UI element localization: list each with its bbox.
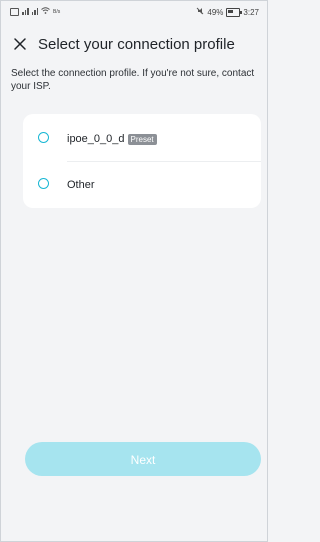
notification-icon xyxy=(10,7,19,16)
close-button[interactable] xyxy=(9,33,31,55)
speed-readout: B/s xyxy=(53,8,61,15)
connection-profile-list: ipoe_0_0_d Preset Other xyxy=(23,114,261,208)
option-name: ipoe_0_0_d xyxy=(67,133,125,145)
header: Select your connection profile xyxy=(1,28,267,60)
preset-badge: Preset xyxy=(127,133,157,145)
radio-button[interactable] xyxy=(38,178,49,189)
option-name: Other xyxy=(67,179,95,191)
radio-button[interactable] xyxy=(38,132,49,143)
status-left-icons: B/s xyxy=(10,7,60,16)
signal-icon-2 xyxy=(31,8,38,15)
option-label: ipoe_0_0_d Preset xyxy=(67,133,157,145)
battery-icon xyxy=(226,7,243,17)
next-button[interactable]: Next xyxy=(25,442,261,476)
option-label: Other xyxy=(67,179,95,191)
mute-icon xyxy=(196,7,204,17)
clock: 3:27 xyxy=(243,7,259,17)
wifi-icon xyxy=(41,7,50,16)
option-other[interactable]: Other xyxy=(23,162,261,208)
option-ipoe[interactable]: ipoe_0_0_d Preset xyxy=(23,116,261,162)
status-bar: B/s 49% 3:27 xyxy=(1,1,267,23)
status-right-icons: 49% 3:27 xyxy=(196,7,259,17)
page-title: Select your connection profile xyxy=(38,36,235,53)
instructions-text: Select the connection profile. If you're… xyxy=(11,68,255,92)
close-icon xyxy=(14,38,26,50)
battery-percent: 49% xyxy=(207,7,224,17)
signal-icon xyxy=(22,8,29,15)
